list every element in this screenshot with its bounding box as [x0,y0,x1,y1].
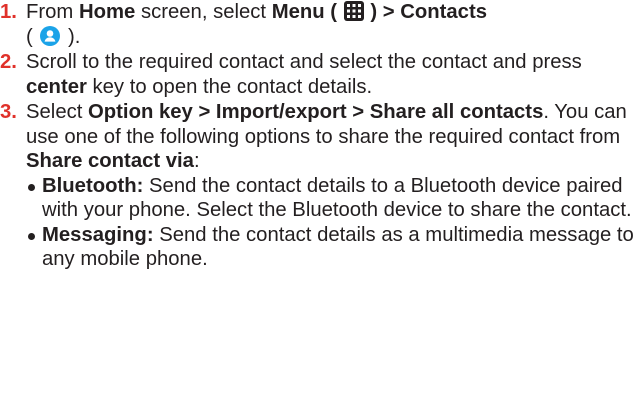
step-text: : [193,150,200,172]
step-text: screen, select [135,1,272,23]
step-number: 1. [0,1,17,23]
option-path-label: Option key > Import/export > Share all c… [88,101,544,123]
grid-menu-icon [343,1,364,21]
share-options-list: Bluetooth: Send the contact details to a… [26,174,641,272]
share-via-label: Share contact via [26,150,194,172]
step-text: From [26,1,79,23]
step-number: 3. [0,101,17,123]
step-3: 3. Select Option key > Import/export > S… [0,100,641,272]
center-key-label: center [26,75,87,98]
home-label: Home [78,1,136,23]
bullet-label: Messaging: [42,223,154,246]
bullet-label: Bluetooth: [42,174,144,197]
step-number: 2. [0,51,17,73]
list-item-bluetooth: Bluetooth: Send the contact details to a… [26,174,641,223]
contacts-label: ) > Contacts [370,1,487,23]
step-text: Scroll to the required contact and selec… [26,51,582,73]
instructions-page: 1. From Home screen, select Menu ( ) > C… [0,0,641,416]
step-2: 2. Scroll to the required contact and se… [0,50,641,99]
list-item-messaging: Messaging: Send the contact details as a… [26,223,641,272]
step-1: 1. From Home screen, select Menu ( ) > C… [0,0,641,49]
step-text: Select [26,101,89,123]
paren-close: ). [68,25,81,48]
step-text: key to open the contact details. [86,75,373,98]
contacts-person-icon [40,25,61,46]
menu-label: Menu ( [271,1,338,23]
paren-open: ( [26,25,33,48]
